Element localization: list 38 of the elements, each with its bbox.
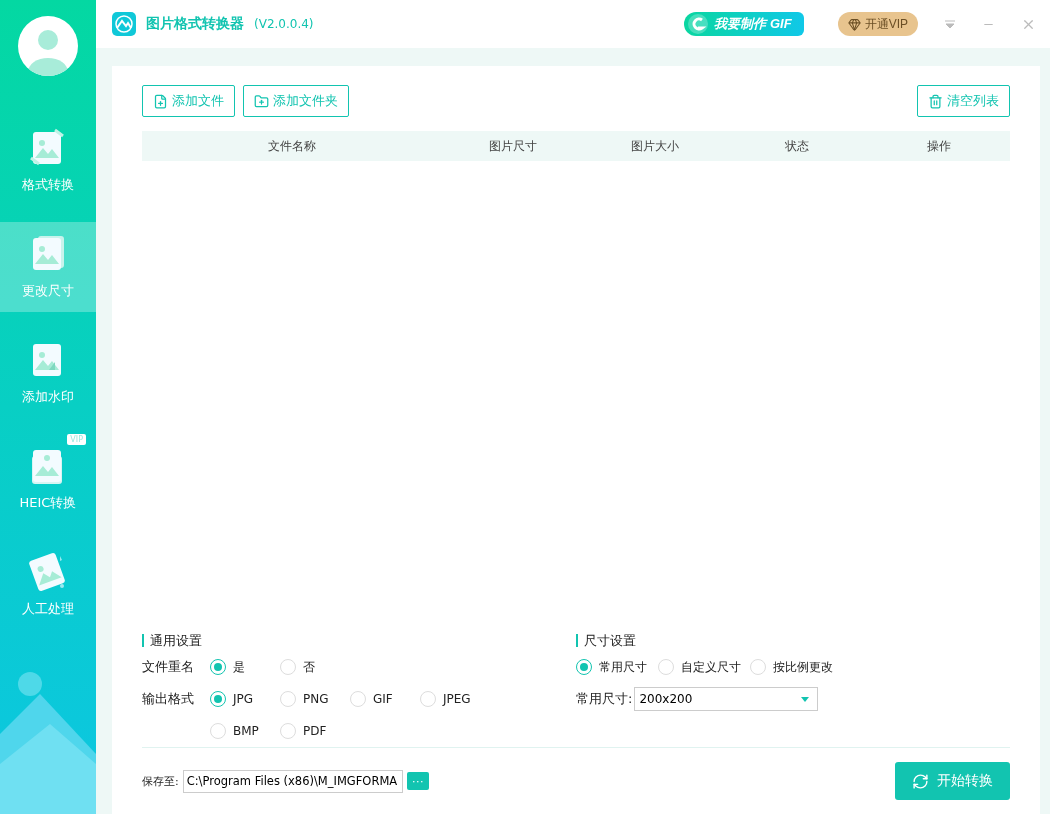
- column-header: 操作: [926, 137, 952, 155]
- radio-option[interactable]: 常用尺寸: [576, 655, 658, 679]
- diamond-icon: [847, 17, 861, 31]
- radio-option[interactable]: GIF: [350, 687, 420, 711]
- refresh-icon: [912, 772, 929, 790]
- caret-icon: [801, 696, 810, 702]
- section-title: 通用设置: [142, 634, 576, 647]
- trash-icon: [928, 93, 943, 109]
- vip-button[interactable]: 开通VIP: [837, 12, 918, 36]
- app-logo: [112, 12, 136, 36]
- vip-badge: VIP: [67, 434, 86, 445]
- add-folder-icon: [254, 93, 269, 109]
- column-header: 文件名称: [267, 137, 317, 155]
- radio-option[interactable]: PNG: [280, 687, 350, 711]
- radio-option[interactable]: JPEG: [420, 687, 490, 711]
- save-path-field[interactable]: C:\Program Files (x86)\M_IMGFORMA: [182, 769, 403, 793]
- section-title: 尺寸设置: [576, 634, 1010, 647]
- radio-option[interactable]: 按比例更改: [750, 655, 850, 679]
- avatar[interactable]: [18, 16, 78, 76]
- gif-logo-icon: [688, 14, 709, 34]
- save-label: 保存至:: [142, 773, 179, 789]
- setting-label: 文件重名: [142, 658, 195, 676]
- radio-option[interactable]: 是: [210, 655, 280, 679]
- column-header: 状态: [784, 137, 810, 155]
- radio-option[interactable]: JPG: [210, 687, 280, 711]
- setting-label: 输出格式: [142, 690, 195, 708]
- radio-option[interactable]: PDF: [280, 719, 350, 743]
- radio-option[interactable]: 自定义尺寸: [658, 655, 750, 679]
- app-title: 图片格式转换器: [146, 15, 244, 33]
- add-file-icon: [153, 93, 168, 109]
- dropdown-icon[interactable]: [944, 18, 956, 30]
- column-header: 图片尺寸: [488, 137, 538, 155]
- setting-label: 常用尺寸:: [576, 690, 633, 708]
- radio-option[interactable]: BMP: [210, 719, 280, 743]
- app-version: (V2.0.0.4): [254, 17, 314, 31]
- column-header: 图片大小: [630, 137, 680, 155]
- size-dropdown[interactable]: 200x200: [634, 687, 819, 711]
- radio-option[interactable]: 否: [280, 655, 350, 679]
